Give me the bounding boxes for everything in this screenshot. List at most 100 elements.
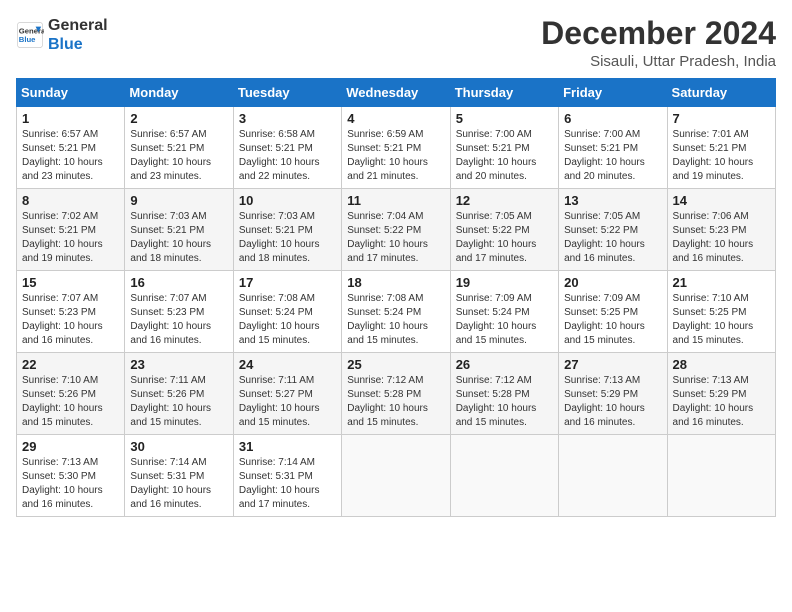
day-cell: 10 Sunrise: 7:03 AMSunset: 5:21 PMDayligh… — [233, 189, 341, 271]
week-row-1: 1 Sunrise: 6:57 AMSunset: 5:21 PMDaylight… — [17, 107, 776, 189]
day-cell: 15 Sunrise: 7:07 AMSunset: 5:23 PMDayligh… — [17, 271, 125, 353]
day-cell: 25 Sunrise: 7:12 AMSunset: 5:28 PMDayligh… — [342, 353, 450, 435]
day-number: 1 — [22, 111, 119, 126]
day-info: Sunrise: 7:02 AMSunset: 5:21 PMDaylight:… — [22, 210, 119, 266]
day-number: 4 — [347, 111, 444, 126]
logo-icon: General Blue — [16, 21, 44, 49]
logo-text-blue: Blue — [48, 35, 108, 54]
day-number: 21 — [673, 275, 770, 290]
weekday-monday: Monday — [125, 79, 233, 107]
day-number: 27 — [564, 357, 661, 372]
day-number: 7 — [673, 111, 770, 126]
weekday-friday: Friday — [559, 79, 667, 107]
day-info: Sunrise: 7:00 AMSunset: 5:21 PMDaylight:… — [456, 128, 553, 184]
day-number: 30 — [130, 439, 227, 454]
day-cell: 26Sunrise: 7:12 AMSunset: 5:28 PMDayligh… — [450, 353, 558, 435]
day-info: Sunrise: 7:08 AMSunset: 5:24 PMDaylight:… — [239, 292, 336, 348]
day-number: 17 — [239, 275, 336, 290]
logo: General Blue General Blue — [16, 16, 108, 54]
weekday-sunday: Sunday — [17, 79, 125, 107]
day-info: Sunrise: 7:09 AMSunset: 5:25 PMDaylight:… — [564, 292, 661, 348]
day-number: 22 — [22, 357, 119, 372]
page-header: General Blue General Blue December 2024 … — [16, 16, 776, 70]
day-info: Sunrise: 7:01 AMSunset: 5:21 PMDaylight:… — [673, 128, 770, 184]
day-info: Sunrise: 6:57 AMSunset: 5:21 PMDaylight:… — [130, 128, 227, 184]
day-number: 24 — [239, 357, 336, 372]
day-number: 9 — [130, 193, 227, 208]
day-number: 12 — [456, 193, 553, 208]
day-number: 15 — [22, 275, 119, 290]
day-info: Sunrise: 7:09 AMSunset: 5:24 PMDaylight:… — [456, 292, 553, 348]
day-info: Sunrise: 7:14 AMSunset: 5:31 PMDaylight:… — [130, 456, 227, 512]
weekday-tuesday: Tuesday — [233, 79, 341, 107]
day-info: Sunrise: 7:05 AMSunset: 5:22 PMDaylight:… — [456, 210, 553, 266]
day-cell: 29 Sunrise: 7:13 AMSunset: 5:30 PMDayligh… — [17, 435, 125, 517]
day-number: 25 — [347, 357, 444, 372]
day-number: 3 — [239, 111, 336, 126]
day-cell: 19 Sunrise: 7:09 AMSunset: 5:24 PMDayligh… — [450, 271, 558, 353]
day-cell: 20 Sunrise: 7:09 AMSunset: 5:25 PMDayligh… — [559, 271, 667, 353]
day-number: 11 — [347, 193, 444, 208]
day-cell: 4Sunrise: 6:59 AMSunset: 5:21 PMDaylight… — [342, 107, 450, 189]
day-cell: 8 Sunrise: 7:02 AMSunset: 5:21 PMDaylight… — [17, 189, 125, 271]
day-cell: 22 Sunrise: 7:10 AMSunset: 5:26 PMDayligh… — [17, 353, 125, 435]
calendar-title: December 2024 — [541, 16, 776, 51]
day-info: Sunrise: 7:06 AMSunset: 5:23 PMDaylight:… — [673, 210, 770, 266]
day-cell: 21 Sunrise: 7:10 AMSunset: 5:25 PMDayligh… — [667, 271, 775, 353]
day-info: Sunrise: 7:10 AMSunset: 5:26 PMDaylight:… — [22, 374, 119, 430]
day-info: Sunrise: 7:04 AMSunset: 5:22 PMDaylight:… — [347, 210, 444, 266]
day-cell: 14Sunrise: 7:06 AMSunset: 5:23 PMDayligh… — [667, 189, 775, 271]
day-cell: 30 Sunrise: 7:14 AMSunset: 5:31 PMDayligh… — [125, 435, 233, 517]
day-info: Sunrise: 7:11 AMSunset: 5:27 PMDaylight:… — [239, 374, 336, 430]
day-cell: 18 Sunrise: 7:08 AMSunset: 5:24 PMDayligh… — [342, 271, 450, 353]
day-number: 20 — [564, 275, 661, 290]
day-cell: 11 Sunrise: 7:04 AMSunset: 5:22 PMDayligh… — [342, 189, 450, 271]
day-info: Sunrise: 7:08 AMSunset: 5:24 PMDaylight:… — [347, 292, 444, 348]
day-number: 18 — [347, 275, 444, 290]
week-row-2: 8 Sunrise: 7:02 AMSunset: 5:21 PMDaylight… — [17, 189, 776, 271]
day-number: 31 — [239, 439, 336, 454]
weekday-header-row: SundayMondayTuesdayWednesdayThursdayFrid… — [17, 79, 776, 107]
day-cell — [559, 435, 667, 517]
day-cell: 17 Sunrise: 7:08 AMSunset: 5:24 PMDayligh… — [233, 271, 341, 353]
day-number: 19 — [456, 275, 553, 290]
day-info: Sunrise: 7:07 AMSunset: 5:23 PMDaylight:… — [130, 292, 227, 348]
day-cell: 13 Sunrise: 7:05 AMSunset: 5:22 PMDayligh… — [559, 189, 667, 271]
calendar-table: SundayMondayTuesdayWednesdayThursdayFrid… — [16, 78, 776, 517]
day-info: Sunrise: 7:13 AMSunset: 5:29 PMDaylight:… — [673, 374, 770, 430]
weekday-saturday: Saturday — [667, 79, 775, 107]
day-number: 29 — [22, 439, 119, 454]
day-info: Sunrise: 7:11 AMSunset: 5:26 PMDaylight:… — [130, 374, 227, 430]
day-info: Sunrise: 7:00 AMSunset: 5:21 PMDaylight:… — [564, 128, 661, 184]
week-row-5: 29 Sunrise: 7:13 AMSunset: 5:30 PMDayligh… — [17, 435, 776, 517]
day-info: Sunrise: 7:07 AMSunset: 5:23 PMDaylight:… — [22, 292, 119, 348]
day-number: 13 — [564, 193, 661, 208]
day-number: 10 — [239, 193, 336, 208]
calendar-subtitle: Sisauli, Uttar Pradesh, India — [541, 53, 776, 70]
week-row-4: 22 Sunrise: 7:10 AMSunset: 5:26 PMDayligh… — [17, 353, 776, 435]
day-info: Sunrise: 7:03 AMSunset: 5:21 PMDaylight:… — [239, 210, 336, 266]
day-info: Sunrise: 7:13 AMSunset: 5:29 PMDaylight:… — [564, 374, 661, 430]
day-cell: 12 Sunrise: 7:05 AMSunset: 5:22 PMDayligh… — [450, 189, 558, 271]
day-cell: 3Sunrise: 6:58 AMSunset: 5:21 PMDaylight… — [233, 107, 341, 189]
day-cell: 7 Sunrise: 7:01 AMSunset: 5:21 PMDaylight… — [667, 107, 775, 189]
day-info: Sunrise: 7:12 AMSunset: 5:28 PMDaylight:… — [347, 374, 444, 430]
day-number: 26 — [456, 357, 553, 372]
day-cell: 24 Sunrise: 7:11 AMSunset: 5:27 PMDayligh… — [233, 353, 341, 435]
day-info: Sunrise: 7:10 AMSunset: 5:25 PMDaylight:… — [673, 292, 770, 348]
weekday-thursday: Thursday — [450, 79, 558, 107]
day-number: 28 — [673, 357, 770, 372]
weekday-wednesday: Wednesday — [342, 79, 450, 107]
day-number: 16 — [130, 275, 227, 290]
day-cell — [450, 435, 558, 517]
title-block: December 2024 Sisauli, Uttar Pradesh, In… — [541, 16, 776, 70]
day-info: Sunrise: 7:05 AMSunset: 5:22 PMDaylight:… — [564, 210, 661, 266]
day-info: Sunrise: 7:03 AMSunset: 5:21 PMDaylight:… — [130, 210, 227, 266]
day-cell — [342, 435, 450, 517]
day-info: Sunrise: 7:13 AMSunset: 5:30 PMDaylight:… — [22, 456, 119, 512]
day-cell: 5Sunrise: 7:00 AMSunset: 5:21 PMDaylight… — [450, 107, 558, 189]
day-number: 8 — [22, 193, 119, 208]
day-cell: 16 Sunrise: 7:07 AMSunset: 5:23 PMDayligh… — [125, 271, 233, 353]
day-cell: 27 Sunrise: 7:13 AMSunset: 5:29 PMDayligh… — [559, 353, 667, 435]
svg-text:Blue: Blue — [19, 35, 36, 44]
